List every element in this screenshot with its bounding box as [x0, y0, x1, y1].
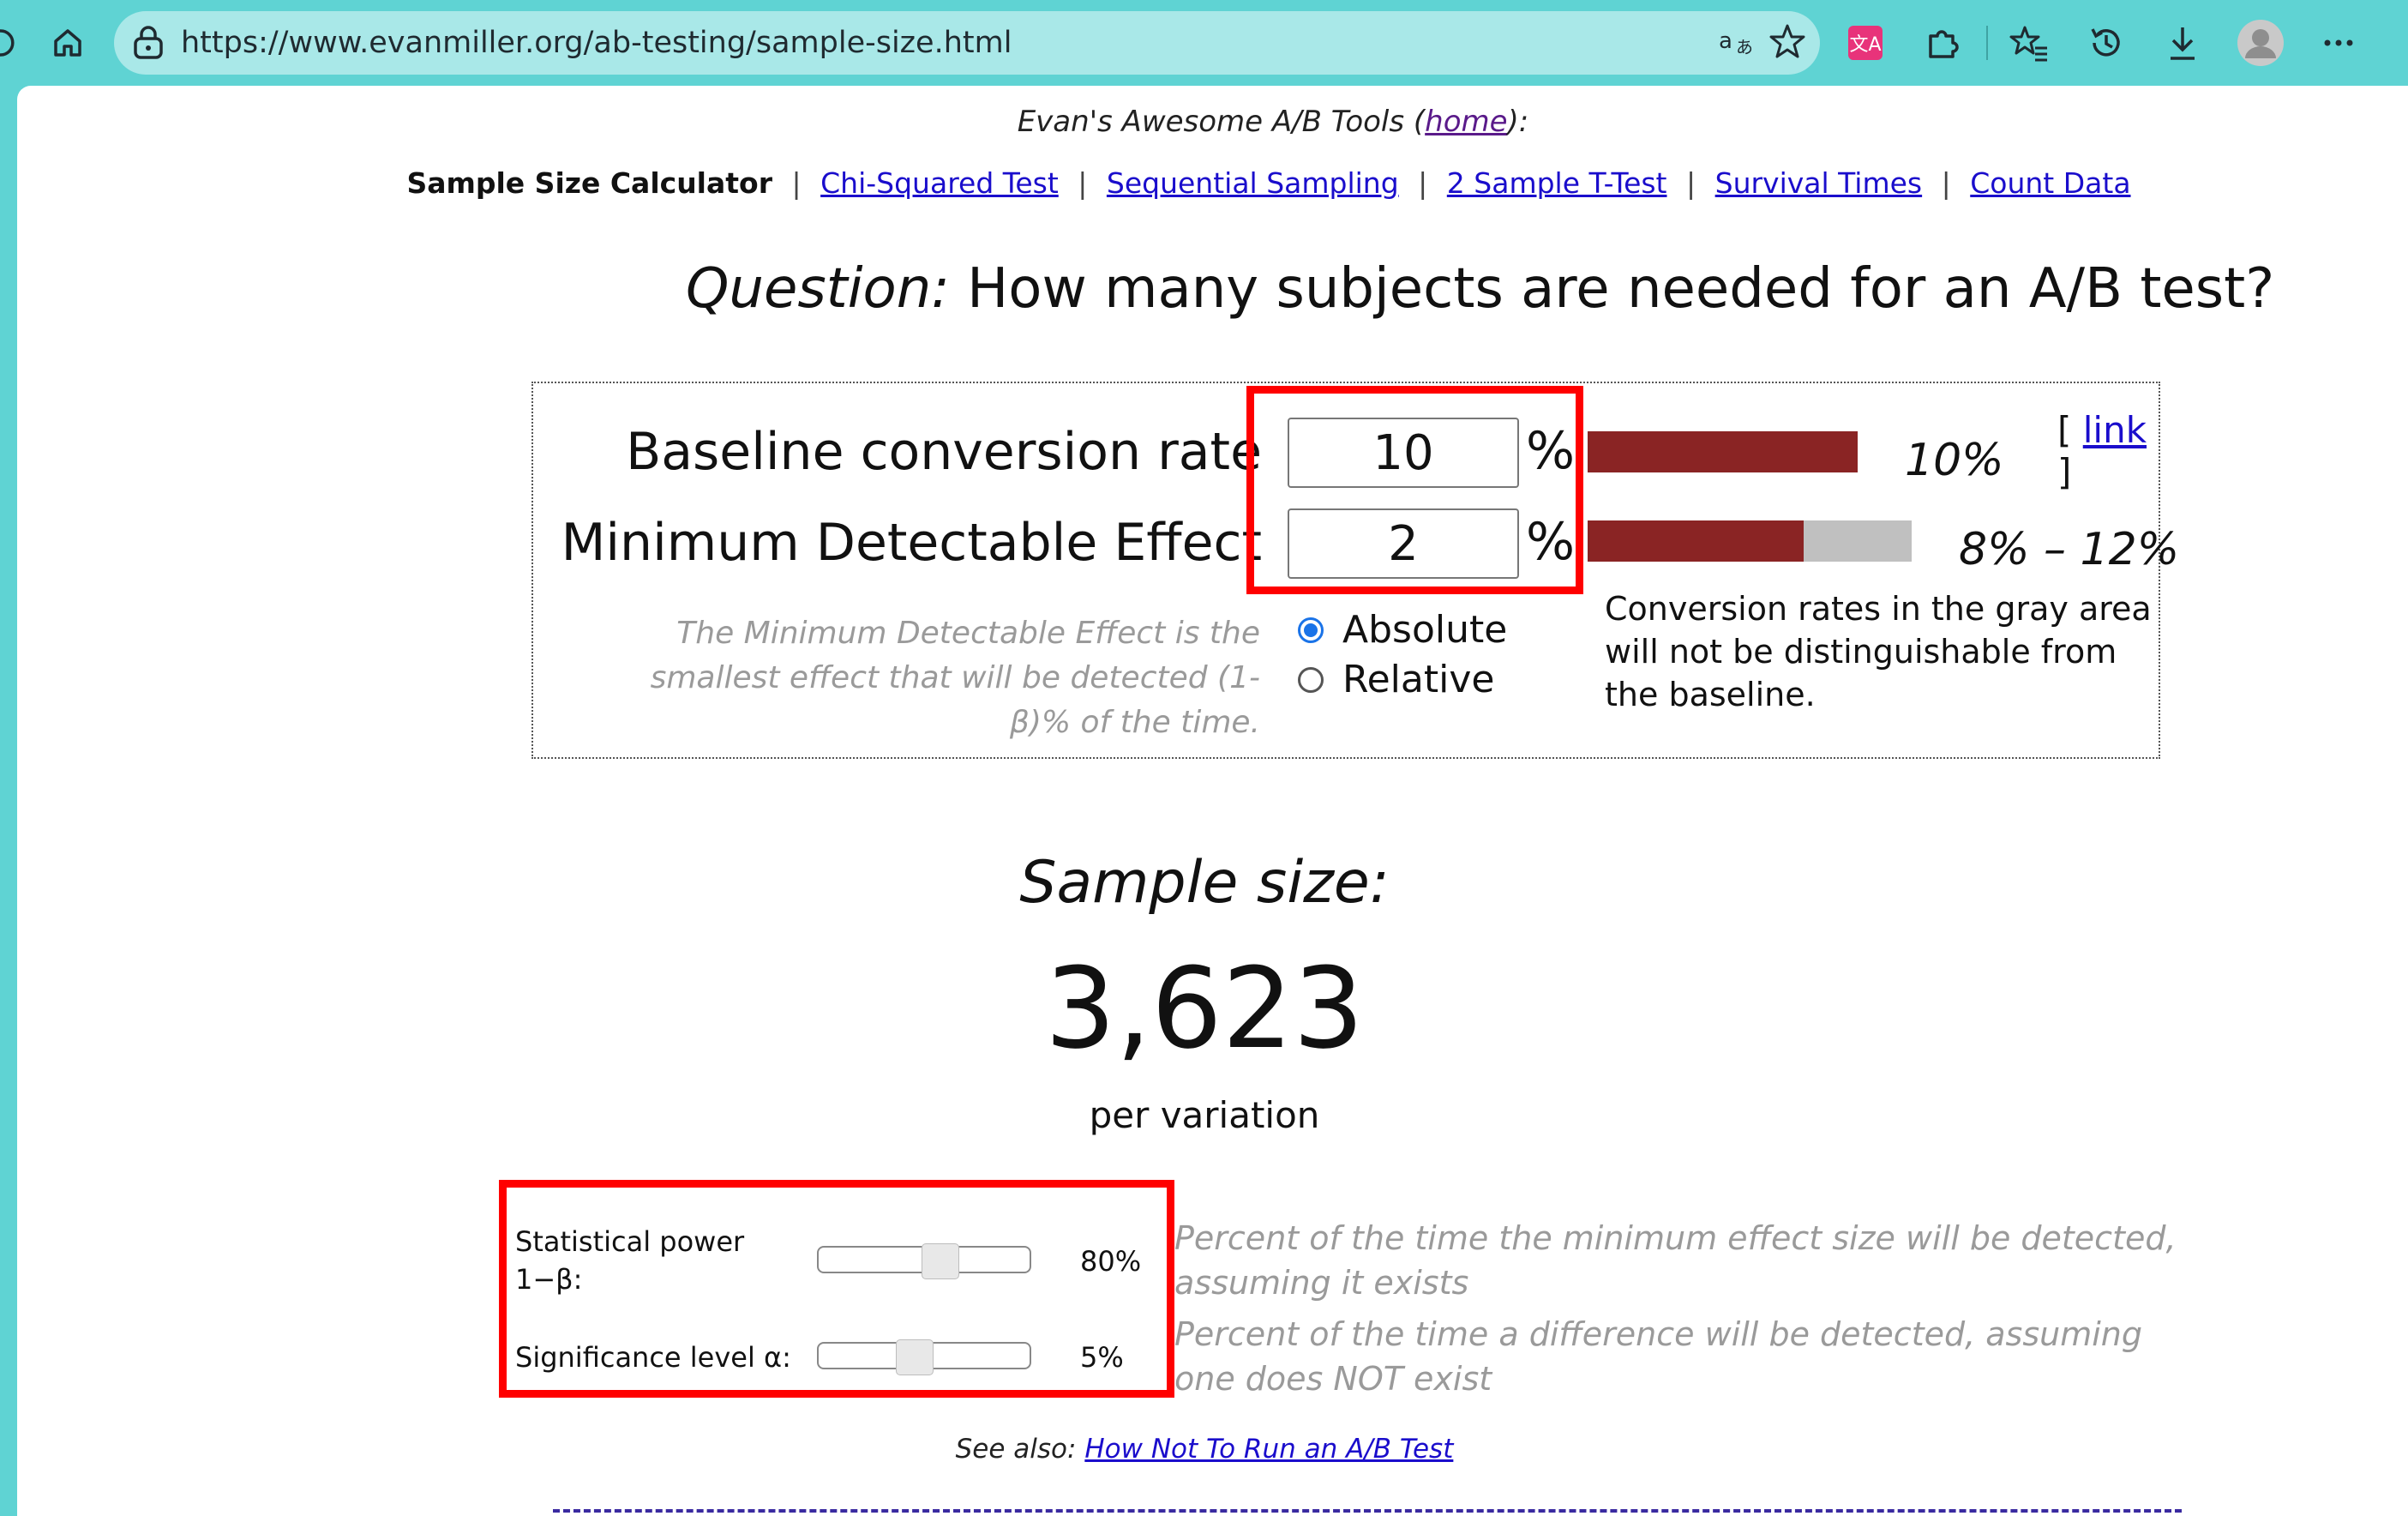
svg-text:a: a	[1719, 28, 1732, 54]
toolbar-divider	[1986, 26, 1988, 60]
sample-size-value: 3,623	[1044, 943, 1365, 1074]
sample-size-title: Sample size:	[1019, 849, 1390, 917]
translate-extension-icon[interactable]: 文A	[1848, 26, 1883, 60]
permalink: [ link ]	[2057, 409, 2159, 493]
page-content: Evan's Awesome A/B Tools (home): Sample …	[17, 86, 2408, 1516]
sample-size-unit: per variation	[1089, 1094, 1320, 1136]
see-also-label: See also:	[955, 1434, 1085, 1465]
profile-avatar-icon[interactable]	[2237, 19, 2285, 67]
question-prefix: Question:	[686, 257, 950, 321]
favorite-star-icon[interactable]	[1768, 22, 1806, 63]
power-description: Percent of the time the minimum effect s…	[1174, 1219, 2177, 1302]
baseline-rate-label: Baseline conversion rate	[626, 422, 1262, 482]
radio-absolute-label: Absolute	[1342, 608, 1508, 652]
page-question: Question: How many subjects are needed f…	[686, 257, 2274, 321]
mde-bar-gray	[1804, 520, 1912, 562]
baseline-range-label: 10%	[1905, 435, 2004, 486]
more-menu-icon[interactable]	[2323, 39, 2354, 47]
mode-option-absolute[interactable]: Absolute	[1298, 608, 1507, 652]
extensions-puzzle-icon[interactable]	[1924, 24, 1961, 62]
downloads-icon[interactable]	[2165, 24, 2200, 62]
nav-separator: |	[1941, 166, 1951, 200]
extension-badge: 文A	[1848, 26, 1883, 60]
question-text: How many subjects are needed for an A/B …	[949, 257, 2275, 321]
mode-option-relative[interactable]: Relative	[1298, 658, 1494, 701]
mde-bar-red	[1588, 520, 1804, 562]
alpha-description: Percent of the time a difference will be…	[1174, 1315, 2142, 1398]
nav-current-page: Sample Size Calculator	[406, 166, 772, 200]
address-bar[interactable]: https://www.evanmiller.org/ab-testing/sa…	[114, 11, 1820, 75]
nav-link-t-test[interactable]: 2 Sample T-Test	[1447, 166, 1667, 200]
nav-separator: |	[791, 166, 802, 200]
radio-absolute[interactable]	[1298, 617, 1324, 643]
history-icon[interactable]	[2087, 24, 2125, 62]
highlight-inputs	[1246, 386, 1583, 594]
nav-link-survival-times[interactable]: Survival Times	[1715, 166, 1923, 200]
read-aloud-icon[interactable]: aあ	[1717, 24, 1760, 62]
gray-area-note: Conversion rates in the gray area will n…	[1605, 590, 2152, 713]
svg-text:あ: あ	[1736, 37, 1753, 57]
site-info-icon[interactable]	[131, 25, 165, 64]
tool-nav: Sample Size Calculator | Chi-Squared Tes…	[17, 166, 2408, 200]
mde-label: Minimum Detectable Effect	[561, 513, 1262, 573]
baseline-bar	[1588, 431, 1858, 472]
nav-link-count-data[interactable]: Count Data	[1970, 166, 2130, 200]
site-title: Evan's Awesome A/B Tools (home):	[17, 105, 2408, 139]
nav-separator: |	[1686, 166, 1696, 200]
section-divider	[553, 1509, 2182, 1513]
home-link[interactable]: home	[1425, 105, 1507, 139]
browser-toolbar: https://www.evanmiller.org/ab-testing/sa…	[0, 0, 2408, 86]
permalink-link[interactable]: link	[2083, 409, 2147, 451]
nav-separator: |	[1078, 166, 1088, 200]
nav-link-chi-squared[interactable]: Chi-Squared Test	[820, 166, 1059, 200]
see-also-link[interactable]: How Not To Run an A/B Test	[1084, 1434, 1453, 1465]
link-bracket-close: ]	[2057, 451, 2072, 493]
mde-hint: The Minimum Detectable Effect is the sma…	[650, 616, 1260, 740]
site-title-suffix: ):	[1507, 105, 1529, 139]
radio-relative[interactable]	[1298, 666, 1324, 693]
home-icon[interactable]	[51, 26, 85, 60]
see-also: See also: How Not To Run an A/B Test	[17, 1434, 2408, 1465]
radio-relative-label: Relative	[1342, 658, 1495, 701]
highlight-parameters	[499, 1180, 1174, 1398]
mde-range-label: 8% – 12%	[1959, 524, 2180, 575]
favorites-icon[interactable]	[2009, 24, 2049, 62]
site-title-prefix: Evan's Awesome A/B Tools (	[1017, 105, 1426, 139]
refresh-icon[interactable]	[0, 26, 18, 60]
nav-link-sequential-sampling[interactable]: Sequential Sampling	[1107, 166, 1399, 200]
link-bracket-open: [	[2057, 409, 2083, 451]
nav-separator: |	[1418, 166, 1428, 200]
address-url[interactable]: https://www.evanmiller.org/ab-testing/sa…	[181, 11, 1012, 75]
